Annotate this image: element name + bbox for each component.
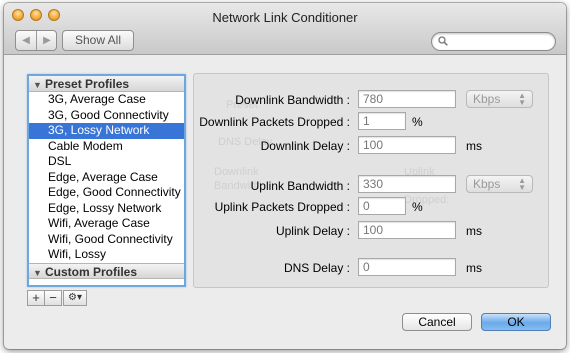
profile-item[interactable]: Edge, Lossy Network	[29, 201, 184, 217]
downlink-unit-value: Kbps	[473, 92, 501, 106]
uplink-bandwidth-label: Uplink Bandwidth :	[250, 179, 350, 193]
uplink-packets-dropped-label: Uplink Packets Dropped :	[214, 200, 350, 214]
downlink-bandwidth-field[interactable]: 780	[358, 90, 456, 108]
uplink-bandwidth-unit-select[interactable]: Kbps ▲ ▼	[466, 175, 533, 193]
downlink-packets-dropped-field[interactable]: 1	[358, 112, 406, 130]
downlink-packets-dropped-label: Downlink Packets Dropped :	[199, 115, 350, 129]
uplink-bandwidth-field[interactable]: 330	[358, 175, 456, 193]
back-button[interactable]: ◀	[16, 31, 36, 50]
downlink-delay-field[interactable]: 100	[358, 136, 456, 154]
profile-item[interactable]: Wifi, Average Case	[29, 216, 184, 232]
stepper-arrows-icon: ▲ ▼	[518, 176, 526, 192]
profiles-list: ▼ Preset Profiles 3G, Average Case 3G, Go…	[27, 74, 186, 287]
custom-profiles-label: Custom Profiles	[45, 264, 138, 279]
uplink-packets-dropped-field[interactable]: 0	[358, 197, 406, 215]
cancel-button[interactable]: Cancel	[402, 313, 472, 331]
ok-button[interactable]: OK	[481, 313, 551, 331]
uplink-delay-label: Uplink Delay :	[275, 224, 350, 238]
profile-item[interactable]: 3G, Average Case	[29, 92, 184, 108]
profile-item[interactable]: DSL	[29, 154, 184, 170]
custom-profiles-header[interactable]: ▼ Custom Profiles	[29, 262, 184, 279]
profile-item-selected[interactable]: 3G, Lossy Network	[29, 123, 184, 139]
search-field[interactable]	[431, 32, 556, 51]
downlink-bandwidth-label: Downlink Bandwidth :	[235, 93, 350, 107]
dialog-window: Network Link Conditioner ◀ ▶ Show All ▼ P…	[4, 3, 566, 349]
profile-item[interactable]: Cable Modem	[29, 139, 184, 155]
window-title: Network Link Conditioner	[212, 10, 358, 25]
dns-delay-label: DNS Delay :	[283, 261, 350, 275]
uplink-delay-unit: ms	[466, 224, 482, 238]
uplink-unit-value: Kbps	[473, 177, 501, 191]
profile-item[interactable]: Edge, Good Connectivity	[29, 185, 184, 201]
preset-profiles-header[interactable]: ▼ Preset Profiles	[29, 76, 184, 92]
remove-profile-button[interactable]: −	[44, 290, 62, 306]
downlink-dropped-unit: %	[412, 115, 423, 129]
title-bar: Network Link Conditioner ◀ ▶ Show All	[4, 3, 566, 55]
uplink-dropped-unit: %	[412, 200, 423, 214]
dns-delay-unit: ms	[466, 261, 482, 275]
profile-item[interactable]: 3G, Good Connectivity	[29, 108, 184, 124]
downlink-delay-unit: ms	[466, 139, 482, 153]
profile-item[interactable]: Wifi, Good Connectivity	[29, 232, 184, 248]
uplink-delay-field[interactable]: 100	[358, 221, 456, 239]
downlink-delay-label: Downlink Delay :	[260, 139, 350, 153]
forward-button[interactable]: ▶	[37, 31, 57, 50]
downlink-bandwidth-unit-select[interactable]: Kbps ▲ ▼	[466, 90, 533, 108]
preset-profiles-label: Preset Profiles	[45, 77, 130, 91]
dns-delay-field[interactable]: 0	[358, 258, 456, 276]
profile-item[interactable]: Wifi, Lossy	[29, 247, 184, 263]
add-profile-button[interactable]: +	[27, 290, 45, 306]
search-icon	[438, 36, 448, 46]
disclosure-triangle-icon: ▼	[33, 80, 42, 90]
show-all-button[interactable]: Show All	[62, 30, 134, 51]
back-forward-control: ◀ ▶	[15, 30, 57, 51]
stepper-arrows-icon: ▲ ▼	[518, 91, 526, 107]
action-menu-button[interactable]: ⚙▾	[63, 290, 87, 306]
disclosure-triangle-icon: ▼	[33, 267, 42, 278]
profile-item[interactable]: Edge, Average Case	[29, 170, 184, 186]
